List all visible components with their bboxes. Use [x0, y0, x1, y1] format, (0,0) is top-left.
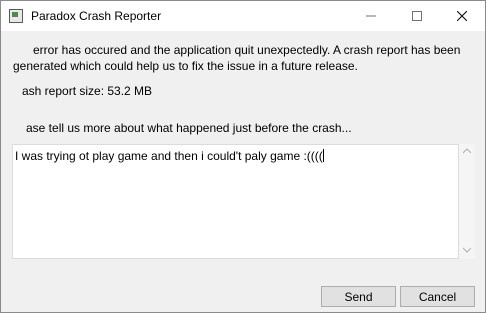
maximize-button[interactable] [394, 1, 440, 31]
description-text: I was trying ot play game and then i cou… [15, 149, 323, 163]
cancel-button[interactable]: Cancel [400, 286, 475, 307]
redaction-mask [13, 121, 26, 133]
app-window-icon [9, 9, 23, 23]
send-button[interactable]: Send [321, 286, 396, 307]
scroll-up-arrow-icon[interactable] [462, 148, 472, 156]
report-size: ash report size: 53.2 MB [13, 83, 152, 99]
window-title: Paradox Crash Reporter [31, 9, 162, 23]
maximize-icon [412, 11, 422, 21]
crash-reporter-window: Paradox Crash Reporter error has occured… [0, 0, 486, 313]
minimize-button[interactable] [348, 1, 394, 31]
minimize-icon [366, 15, 376, 17]
redaction-mask [13, 84, 22, 96]
description-scrollbar[interactable] [459, 144, 475, 259]
close-button[interactable] [439, 1, 485, 31]
close-icon [457, 11, 467, 21]
text-caret [322, 149, 324, 162]
title-bar[interactable]: Paradox Crash Reporter [1, 1, 485, 31]
description-textarea[interactable]: I was trying ot play game and then i cou… [12, 144, 459, 259]
crash-message: error has occured and the application qu… [13, 42, 478, 74]
redaction-mask [13, 43, 33, 55]
report-size-text: ash report size: 53.2 MB [22, 84, 153, 98]
crash-message-text: error has occured and the application qu… [13, 43, 461, 73]
description-prompt-text: ase tell us more about what happened jus… [26, 121, 352, 135]
description-prompt: ase tell us more about what happened jus… [13, 120, 352, 136]
scroll-down-arrow-icon[interactable] [462, 247, 472, 255]
